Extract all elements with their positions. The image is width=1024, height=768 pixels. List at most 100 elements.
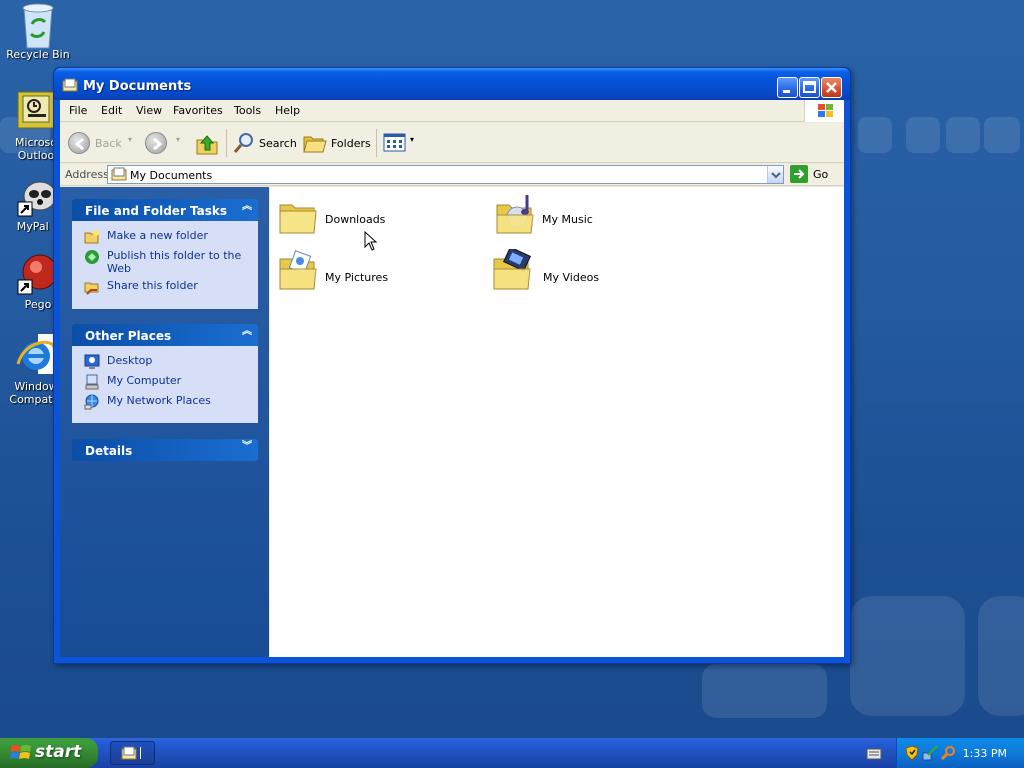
desktop-icon-recycle-bin[interactable]: Recycle Bin (0, 2, 76, 61)
go-arrow-icon (790, 165, 808, 183)
forward-button[interactable]: ▾ (145, 132, 185, 154)
other-places-panel: Other Places ︽ Desktop My Computer My Ne… (72, 324, 258, 423)
search-label: Search (259, 137, 297, 150)
address-value: My Documents (130, 169, 213, 182)
go-label: Go (813, 168, 829, 181)
my-computer-link[interactable]: My Computer (84, 374, 252, 394)
menu-file[interactable]: File (69, 104, 87, 117)
other-places-title: Other Places (85, 329, 172, 343)
desktop-link[interactable]: Desktop (84, 354, 252, 374)
views-button[interactable]: ▾ (383, 132, 417, 154)
collapse-icon[interactable]: ︽ (242, 327, 252, 337)
videos-folder-icon (493, 249, 532, 290)
desktop-tile (850, 596, 965, 716)
explorer-window: My Documents File Edit View Favorites To… (53, 67, 851, 664)
my-computer-icon (85, 374, 99, 390)
collapse-icon[interactable]: ︽ (242, 202, 252, 212)
details-header[interactable]: Details ︾ (72, 439, 258, 461)
desktop-tile (984, 117, 1020, 153)
other-places-header[interactable]: Other Places ︽ (72, 324, 258, 346)
toolbar-separator (376, 129, 377, 157)
forward-dropdown-icon[interactable]: ▾ (176, 135, 180, 144)
share-folder-icon (84, 282, 99, 295)
music-folder-icon (496, 195, 534, 234)
taskbar-button-my-documents[interactable] (110, 741, 155, 765)
address-dropdown-button[interactable] (767, 166, 783, 183)
menu-favorites[interactable]: Favorites (173, 104, 223, 117)
file-folder-tasks-panel: File and Folder Tasks ︽ Make a new folde… (72, 199, 258, 309)
my-computer-link-label: My Computer (107, 374, 182, 387)
toolbar-separator (226, 129, 227, 157)
address-input[interactable]: My Documents (107, 165, 784, 184)
folder-label: Downloads (325, 213, 386, 226)
back-dropdown-icon[interactable]: ▾ (128, 135, 132, 144)
menu-edit[interactable]: Edit (101, 104, 122, 117)
folder-downloads[interactable]: Downloads (278, 197, 418, 247)
minimize-button[interactable] (777, 77, 798, 98)
desktop-tile (702, 664, 827, 718)
menu-help[interactable]: Help (275, 104, 300, 117)
search-tray-icon[interactable] (940, 745, 956, 761)
file-folder-tasks-header[interactable]: File and Folder Tasks ︽ (72, 199, 258, 221)
expand-icon[interactable]: ︾ (242, 442, 252, 452)
search-button[interactable]: Search (232, 132, 297, 154)
folder-my-music[interactable]: My Music (495, 193, 635, 243)
taskbar-button-caret (140, 747, 141, 759)
title-bar[interactable]: My Documents (54, 68, 850, 100)
window-client: File Edit View Favorites Tools Help Back… (60, 100, 844, 657)
taskbar: start 1:33 PM (0, 738, 1024, 768)
details-panel: Details ︾ (72, 439, 258, 461)
desktop-tile (906, 117, 940, 153)
windows-flag-icon (10, 745, 31, 759)
maximize-icon (800, 78, 819, 97)
folder-my-videos[interactable]: My Videos (492, 249, 632, 299)
desktop-tile (858, 117, 892, 153)
folder-label: My Pictures (325, 271, 389, 284)
network-tray-icon[interactable] (922, 745, 938, 761)
share-folder-link[interactable]: Share this folder (84, 279, 252, 299)
menu-bar: File Edit View Favorites Tools Help (60, 100, 844, 122)
publish-folder-label-line1: Publish this folder to the (107, 249, 242, 262)
windows-logo-icon (804, 100, 844, 122)
close-icon (822, 78, 841, 97)
task-pane: File and Folder Tasks ︽ Make a new folde… (60, 187, 269, 657)
desktop-tile (978, 596, 1024, 716)
clock[interactable]: 1:33 PM (963, 747, 1007, 760)
go-button[interactable]: Go (790, 165, 835, 184)
publish-folder-link[interactable]: Publish this folder to the Web (84, 249, 252, 279)
back-arrow-icon (68, 132, 90, 154)
start-button[interactable]: start (0, 738, 98, 768)
keyboard-icon[interactable] (866, 747, 882, 761)
search-icon (233, 133, 253, 153)
outlook-icon (14, 90, 58, 134)
share-folder-label: Share this folder (107, 279, 198, 292)
network-places-icon (84, 394, 99, 410)
system-tray: 1:33 PM (896, 738, 1024, 768)
up-folder-icon (196, 135, 218, 155)
folder-my-pictures[interactable]: My Pictures (278, 249, 418, 299)
close-button[interactable] (821, 77, 842, 98)
recycle-bin-icon (16, 2, 60, 49)
internet-explorer-icon (14, 334, 58, 378)
back-label: Back (95, 137, 122, 150)
desktop-tile (946, 117, 980, 153)
maximize-button[interactable] (799, 77, 820, 98)
window-title: My Documents (83, 79, 192, 94)
folders-label: Folders (331, 137, 371, 150)
folders-button[interactable]: Folders (303, 132, 371, 154)
menu-view[interactable]: View (136, 104, 162, 117)
make-new-folder-link[interactable]: Make a new folder (84, 229, 252, 249)
up-folder-button[interactable] (195, 132, 221, 155)
network-places-link[interactable]: My Network Places (84, 394, 252, 414)
menu-tools[interactable]: Tools (234, 104, 261, 117)
pictures-folder-icon (279, 250, 317, 290)
folder-icon (279, 204, 317, 234)
security-shield-icon[interactable] (905, 745, 919, 761)
mouse-cursor-icon (364, 231, 378, 251)
views-dropdown-icon: ▾ (410, 135, 415, 144)
new-folder-icon (84, 230, 99, 244)
back-button[interactable]: Back ▾ (68, 132, 136, 154)
my-documents-small-icon (111, 167, 127, 181)
address-label: Address (65, 168, 109, 181)
desktop-link-label: Desktop (107, 354, 153, 367)
